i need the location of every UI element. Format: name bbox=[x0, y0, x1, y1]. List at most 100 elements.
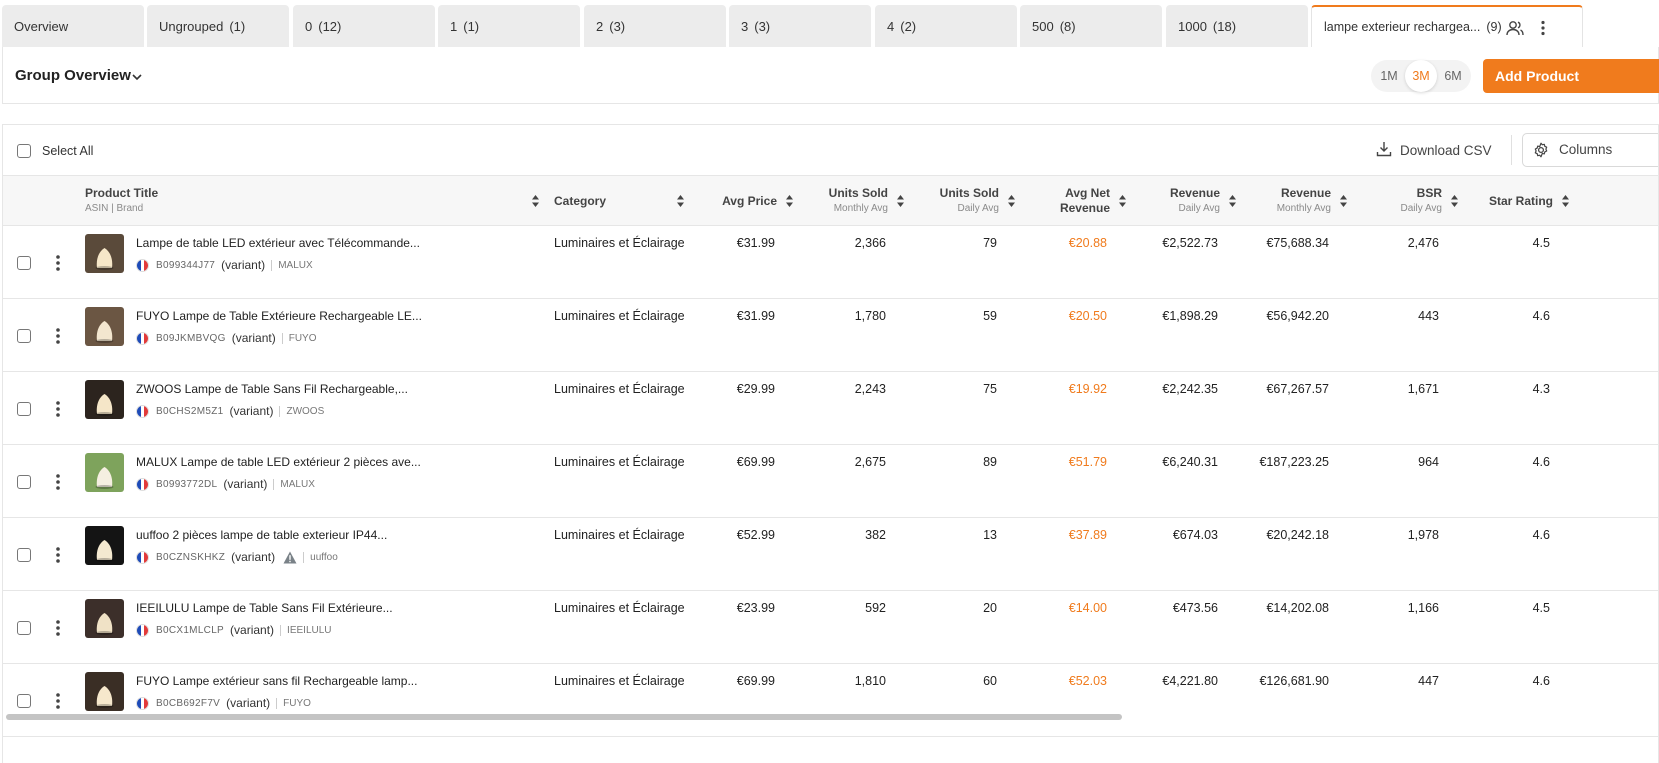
row-checkbox[interactable] bbox=[17, 329, 31, 343]
tab-group-3[interactable]: 3 (3) bbox=[729, 5, 871, 47]
cell-revenue-daily: €4,221.80 bbox=[1162, 674, 1218, 688]
period-1m[interactable]: 1M bbox=[1373, 60, 1405, 92]
product-thumbnail[interactable] bbox=[85, 307, 124, 346]
col-units-monthly[interactable]: Units Sold Monthly Avg bbox=[801, 176, 912, 226]
download-csv-button[interactable]: Download CSV bbox=[1376, 141, 1492, 160]
row-menu-icon[interactable] bbox=[55, 399, 61, 419]
row-menu-icon[interactable] bbox=[55, 472, 61, 492]
table-row[interactable]: MALUX Lampe de table LED extérieur 2 piè… bbox=[3, 445, 1658, 518]
tab-group-1[interactable]: 1 (1) bbox=[438, 5, 580, 47]
tab-lampe-exterieur[interactable]: lampe exterieur rechargea... (9) bbox=[1311, 5, 1583, 47]
product-asin[interactable]: B0CHS2M5Z1 bbox=[156, 406, 223, 417]
col-label: Revenue bbox=[1280, 186, 1331, 200]
tab-group-1000[interactable]: 1000 (18) bbox=[1166, 5, 1308, 47]
tab-label: 3 bbox=[741, 18, 749, 34]
row-checkbox[interactable] bbox=[17, 621, 31, 635]
product-asin[interactable]: B09JKMBVQG bbox=[156, 333, 226, 344]
product-asin[interactable]: B0CZNSKHKZ bbox=[156, 552, 225, 563]
product-title[interactable]: ZWOOS Lampe de Table Sans Fil Rechargeab… bbox=[136, 382, 408, 396]
select-all-checkbox[interactable] bbox=[17, 144, 31, 158]
row-menu-icon[interactable] bbox=[55, 326, 61, 346]
product-thumbnail[interactable] bbox=[85, 526, 124, 565]
chevron-down-icon[interactable] bbox=[131, 69, 143, 87]
product-brand: ZWOOS bbox=[279, 405, 324, 417]
product-thumbnail[interactable] bbox=[85, 599, 124, 638]
row-menu-icon[interactable] bbox=[55, 618, 61, 638]
period-6m[interactable]: 6M bbox=[1437, 60, 1469, 92]
product-title[interactable]: FUYO Lampe de Table Extérieure Rechargea… bbox=[136, 309, 422, 323]
table-row[interactable]: ZWOOS Lampe de Table Sans Fil Rechargeab… bbox=[3, 372, 1658, 445]
warning-icon[interactable] bbox=[283, 551, 297, 564]
table-row[interactable]: FUYO Lampe de Table Extérieure Rechargea… bbox=[3, 299, 1658, 372]
row-menu-icon[interactable] bbox=[55, 253, 61, 273]
period-3m[interactable]: 3M bbox=[1405, 60, 1437, 92]
col-units-daily[interactable]: Units Sold Daily Avg bbox=[912, 176, 1023, 226]
row-checkbox[interactable] bbox=[17, 256, 31, 270]
tab-overview[interactable]: Overview bbox=[2, 5, 144, 47]
col-label: Revenue bbox=[1169, 186, 1220, 200]
row-menu-icon[interactable] bbox=[55, 691, 61, 711]
tab-group-4[interactable]: 4 (2) bbox=[875, 5, 1017, 47]
tab-count: (3) bbox=[609, 18, 626, 34]
product-title[interactable]: FUYO Lampe extérieur sans fil Rechargeab… bbox=[136, 674, 417, 688]
cell-avg-price: €69.99 bbox=[736, 674, 775, 688]
product-thumbnail[interactable] bbox=[85, 380, 124, 419]
product-asin[interactable]: B0993772DL bbox=[156, 479, 217, 490]
cell-avg-price: €29.99 bbox=[736, 382, 775, 396]
users-icon[interactable] bbox=[1506, 20, 1524, 39]
col-category[interactable]: Category bbox=[554, 176, 690, 226]
france-flag-icon bbox=[136, 258, 149, 272]
cell-revenue-monthly: €126,681.90 bbox=[1259, 674, 1329, 688]
add-product-button[interactable]: Add Product bbox=[1483, 59, 1659, 93]
product-asin[interactable]: B099344J77 bbox=[156, 260, 215, 271]
col-sublabel: ASIN | Brand bbox=[85, 203, 144, 214]
row-checkbox[interactable] bbox=[17, 475, 31, 489]
row-menu-icon[interactable] bbox=[55, 545, 61, 565]
cell-revenue-daily: €674.03 bbox=[1172, 528, 1218, 542]
row-checkbox[interactable] bbox=[17, 694, 31, 708]
col-revenue-monthly[interactable]: Revenue Monthly Avg bbox=[1244, 176, 1355, 226]
tab-count: (18) bbox=[1212, 18, 1237, 34]
product-asin[interactable]: B0CB692F7V bbox=[156, 698, 220, 709]
product-title[interactable]: Lampe de table LED extérieur avec Téléco… bbox=[136, 236, 420, 250]
tab-label: 4 bbox=[887, 18, 895, 34]
tab-group-500[interactable]: 500 (8) bbox=[1020, 5, 1162, 47]
product-thumbnail[interactable] bbox=[85, 453, 124, 492]
row-checkbox[interactable] bbox=[17, 548, 31, 562]
col-revenue-daily[interactable]: Revenue Daily Avg bbox=[1134, 176, 1244, 226]
product-thumbnail[interactable] bbox=[85, 234, 124, 273]
cell-star-rating: 4.6 bbox=[1532, 455, 1550, 469]
product-thumbnail[interactable] bbox=[85, 672, 124, 711]
sort-icon bbox=[1119, 195, 1126, 210]
product-variant: (variant) bbox=[231, 550, 276, 564]
table-row[interactable]: FUYO Lampe extérieur sans fil Rechargeab… bbox=[3, 664, 1658, 737]
col-net-revenue[interactable]: Avg Net Revenue bbox=[1023, 176, 1134, 226]
cell-bsr: 964 bbox=[1418, 455, 1439, 469]
table-row[interactable]: Lampe de table LED extérieur avec Téléco… bbox=[3, 226, 1658, 299]
product-title[interactable]: IEEILULU Lampe de Table Sans Fil Extérie… bbox=[136, 601, 393, 615]
tab-group-0[interactable]: 0 (12) bbox=[293, 5, 435, 47]
col-avg-price[interactable]: Avg Price bbox=[693, 176, 801, 226]
row-checkbox[interactable] bbox=[17, 402, 31, 416]
table-row[interactable]: uuffoo 2 pièces lampe de table exterieur… bbox=[3, 518, 1658, 591]
col-label: Revenue bbox=[1059, 201, 1110, 215]
cell-units-monthly: 1,780 bbox=[854, 309, 886, 323]
tab-ungrouped[interactable]: Ungrouped (1) bbox=[147, 5, 289, 47]
col-label: Units Sold bbox=[828, 186, 888, 200]
col-star-rating[interactable]: Star Rating bbox=[1466, 176, 1577, 226]
product-title[interactable]: MALUX Lampe de table LED extérieur 2 piè… bbox=[136, 455, 421, 469]
table-row[interactable]: IEEILULU Lampe de Table Sans Fil Extérie… bbox=[3, 591, 1658, 664]
col-label: Avg Net bbox=[1065, 186, 1110, 200]
sort-icon bbox=[1451, 195, 1458, 210]
product-title[interactable]: uuffoo 2 pièces lampe de table exterieur… bbox=[136, 528, 387, 542]
product-brand: uuffoo bbox=[303, 551, 338, 563]
product-asin[interactable]: B0CX1MLCLP bbox=[156, 625, 224, 636]
columns-button[interactable]: Columns bbox=[1522, 133, 1658, 167]
horizontal-scrollbar[interactable] bbox=[6, 714, 1122, 720]
col-product-title[interactable]: Product Title ASIN | Brand bbox=[85, 176, 545, 226]
tab-group-2[interactable]: 2 (3) bbox=[584, 5, 726, 47]
group-title[interactable]: Group Overview bbox=[15, 67, 131, 84]
cell-bsr: 2,476 bbox=[1407, 236, 1439, 250]
more-vertical-icon[interactable] bbox=[1540, 20, 1546, 39]
col-bsr[interactable]: BSR Daily Avg bbox=[1355, 176, 1466, 226]
